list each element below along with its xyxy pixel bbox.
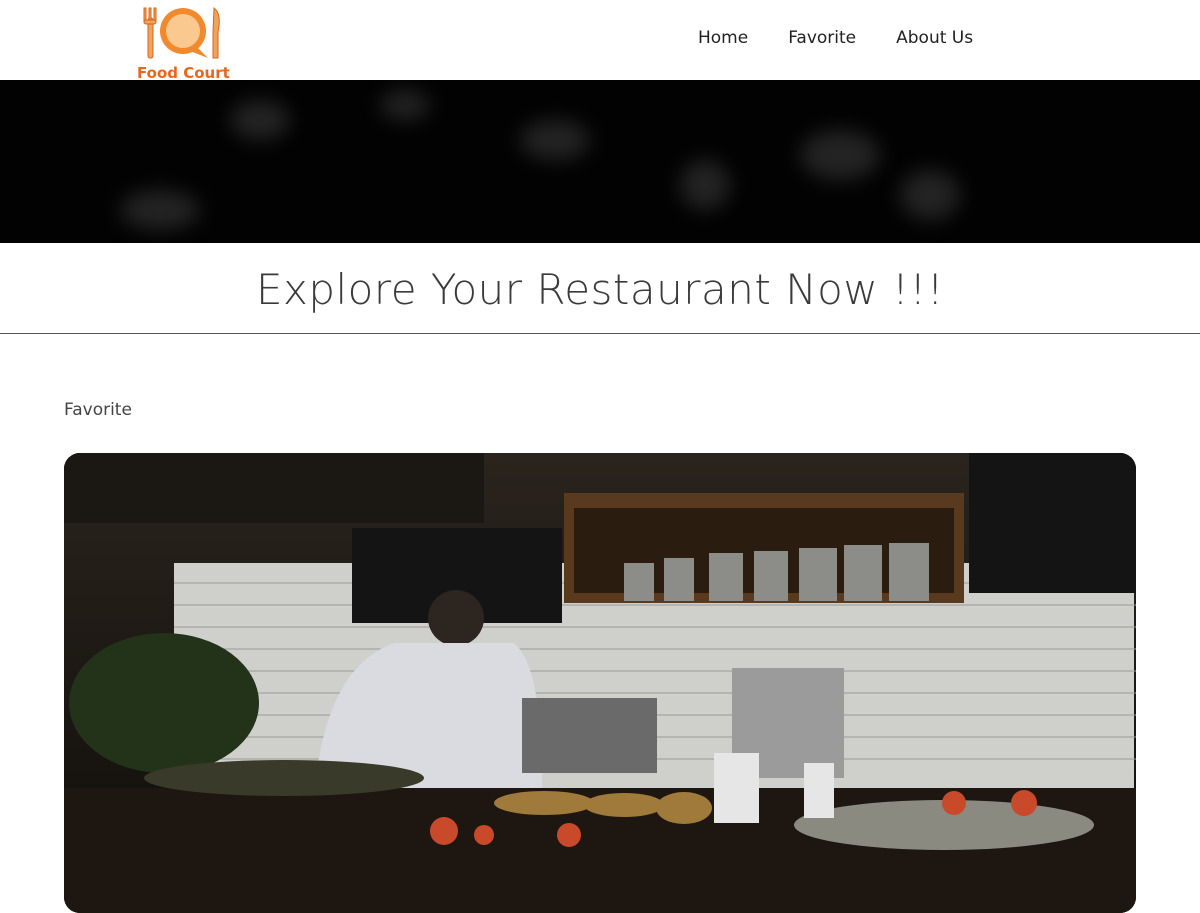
knife-icon	[212, 7, 220, 59]
restaurant-photo	[64, 453, 1136, 913]
fork-icon	[143, 7, 157, 59]
hero-banner	[0, 80, 1200, 243]
bokeh-light	[120, 190, 200, 230]
food-court-logo[interactable]: Food Court	[120, 4, 248, 82]
logo-icon	[143, 7, 220, 59]
navbar: Food Court Home Favorite About Us	[0, 0, 1200, 82]
bokeh-light	[900, 170, 960, 220]
bokeh-light	[520, 120, 590, 160]
bokeh-light	[680, 160, 730, 210]
favorite-section-label: Favorite	[64, 400, 132, 420]
nav-favorite-link[interactable]: Favorite	[788, 28, 856, 48]
title-band: Explore Your Restaurant Now !!!	[0, 243, 1200, 334]
main-nav: Home Favorite About Us	[698, 28, 1013, 48]
bokeh-light	[800, 130, 880, 180]
bokeh-light	[230, 100, 290, 140]
plate-bubble-icon	[160, 8, 208, 58]
bokeh-light	[380, 90, 430, 120]
page-title: Explore Your Restaurant Now !!!	[255, 265, 945, 314]
restaurant-card-image[interactable]	[64, 453, 1136, 913]
nav-about-us-link[interactable]: About Us	[896, 28, 973, 48]
nav-home-link[interactable]: Home	[698, 28, 748, 48]
